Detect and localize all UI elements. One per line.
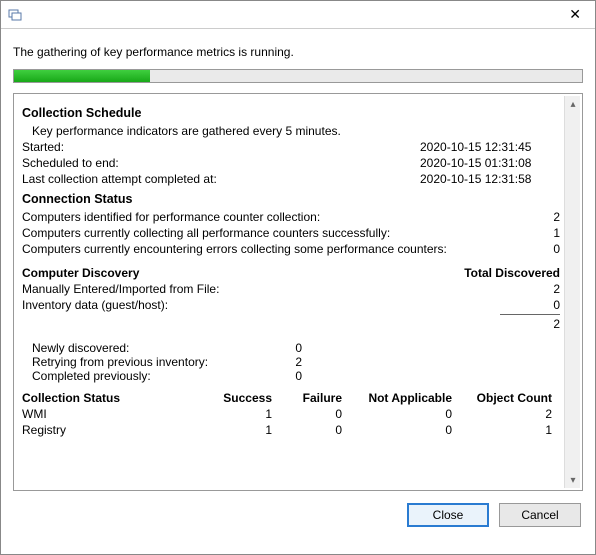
dialog-buttons: Close Cancel — [1, 491, 595, 539]
disc-manual-label: Manually Entered/Imported from File: — [22, 282, 530, 296]
disc-inventory-label: Inventory data (guest/host): — [22, 298, 530, 312]
schedule-desc: Key performance indicators are gathered … — [32, 124, 560, 138]
end-label: Scheduled to end: — [22, 156, 282, 170]
row0-success: 1 — [202, 407, 272, 421]
col-success: Success — [202, 391, 272, 405]
disc-inventory-value: 0 — [530, 298, 560, 312]
started-label: Started: — [22, 140, 282, 154]
cancel-button[interactable]: Cancel — [499, 503, 581, 527]
table-row: WMI 1 0 0 2 — [22, 407, 560, 421]
conn-success-label: Computers currently collecting all perfo… — [22, 226, 530, 240]
app-icon — [7, 7, 23, 23]
conn-success-value: 1 — [530, 226, 560, 240]
sum-divider — [500, 314, 560, 315]
conn-identified-label: Computers identified for performance cou… — [22, 210, 530, 224]
details-panel: Collection Schedule Key performance indi… — [13, 93, 583, 491]
disc-sum-spacer — [22, 317, 530, 331]
row0-na: 0 — [342, 407, 452, 421]
col-na: Not Applicable — [342, 391, 452, 405]
row1-success: 1 — [202, 423, 272, 437]
conn-errors-value: 0 — [530, 242, 560, 256]
row0-obj: 2 — [452, 407, 552, 421]
row1-name: Registry — [22, 423, 202, 437]
discovery-total-heading: Total Discovered — [464, 266, 560, 280]
disc-completed-value: 0 — [242, 369, 302, 383]
table-row: Registry 1 0 0 1 — [22, 423, 560, 437]
connection-heading: Connection Status — [22, 192, 560, 206]
started-value: 2020-10-15 12:31:45 — [420, 140, 560, 154]
progress-bar — [13, 69, 583, 83]
close-button[interactable]: Close — [407, 503, 489, 527]
row1-obj: 1 — [452, 423, 552, 437]
disc-sum-value: 2 — [530, 317, 560, 331]
conn-identified-value: 2 — [530, 210, 560, 224]
schedule-heading: Collection Schedule — [22, 106, 560, 120]
col-obj: Object Count — [452, 391, 552, 405]
last-value: 2020-10-15 12:31:58 — [420, 172, 560, 186]
last-label: Last collection attempt completed at: — [22, 172, 282, 186]
discovery-heading: Computer Discovery — [22, 266, 464, 280]
end-value: 2020-10-15 01:31:08 — [420, 156, 560, 170]
disc-newly-value: 0 — [242, 341, 302, 355]
dialog-content: The gathering of key performance metrics… — [1, 29, 595, 491]
row0-failure: 0 — [272, 407, 342, 421]
scroll-area: Collection Schedule Key performance indi… — [22, 100, 560, 484]
scroll-up-icon[interactable]: ▴ — [565, 96, 581, 112]
titlebar: ✕ — [1, 1, 595, 29]
status-message: The gathering of key performance metrics… — [13, 45, 583, 59]
vertical-scrollbar[interactable]: ▴ ▾ — [564, 96, 580, 488]
row1-failure: 0 — [272, 423, 342, 437]
collstat-heading: Collection Status — [22, 391, 202, 405]
progress-fill — [14, 70, 150, 82]
disc-newly-label: Newly discovered: — [32, 341, 242, 355]
row0-name: WMI — [22, 407, 202, 421]
disc-manual-value: 2 — [530, 282, 560, 296]
close-icon[interactable]: ✕ — [561, 4, 589, 25]
row1-na: 0 — [342, 423, 452, 437]
disc-retry-value: 2 — [242, 355, 302, 369]
disc-retry-label: Retrying from previous inventory: — [32, 355, 242, 369]
disc-completed-label: Completed previously: — [32, 369, 242, 383]
conn-errors-label: Computers currently encountering errors … — [22, 242, 530, 256]
col-failure: Failure — [272, 391, 342, 405]
scroll-down-icon[interactable]: ▾ — [565, 472, 581, 488]
